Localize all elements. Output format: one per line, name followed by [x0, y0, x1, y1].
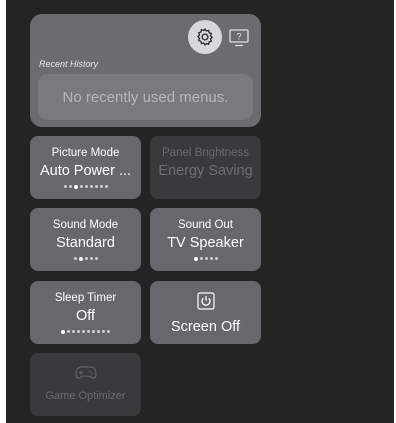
indicator-dot [204, 257, 208, 260]
panel-brightness-value: Energy Saving [158, 163, 253, 179]
indicator-dot [104, 185, 108, 188]
sleep-timer-indicator [61, 329, 110, 334]
power-icon [196, 292, 215, 310]
indicator-dot [63, 185, 67, 188]
indicator-dot-active [78, 256, 83, 261]
indicator-dot [94, 257, 98, 260]
screen-off-label: Screen Off [170, 319, 241, 335]
indicator-dot-active [61, 329, 65, 334]
gear-icon [195, 27, 215, 47]
indicator-dot [214, 257, 218, 260]
recent-history-panel: ? Recent History No recently used menus. [30, 14, 261, 127]
sound-mode-indicator [73, 256, 98, 261]
sound-out-value: TV Speaker [167, 235, 244, 251]
picture-mode-value: Auto Power ... [39, 163, 132, 179]
picture-mode-tile[interactable]: Picture Mode Auto Power ... [30, 136, 141, 199]
picture-mode-indicator [63, 184, 108, 189]
panel-brightness-title: Panel Brightness [162, 147, 249, 159]
indicator-dot [84, 257, 88, 260]
indicator-dot [102, 330, 105, 333]
indicator-dot [72, 330, 75, 333]
panel-brightness-tile: Panel Brightness Energy Saving [150, 136, 261, 199]
indicator-dot [73, 257, 77, 260]
help-tv-icon: ? [229, 29, 249, 47]
picture-mode-title: Picture Mode [51, 147, 120, 159]
indicator-dot [68, 185, 72, 188]
indicator-dot [82, 330, 85, 333]
game-optimizer-label: Game Optimizer [45, 390, 126, 402]
indicator-dot [77, 330, 80, 333]
svg-text:?: ? [236, 32, 241, 42]
sound-mode-tile[interactable]: Sound Mode Standard [30, 208, 141, 271]
gamepad-icon [74, 365, 97, 381]
sound-mode-value: Standard [56, 235, 115, 251]
help-button[interactable]: ? [227, 26, 251, 50]
indicator-dot [87, 330, 90, 333]
indicator-dot [99, 185, 103, 188]
sound-mode-title: Sound Mode [52, 219, 119, 231]
indicator-dot [199, 257, 203, 260]
recent-history-label: Recent History [39, 59, 99, 69]
indicator-dot [67, 330, 70, 333]
sleep-timer-value: Off [75, 308, 96, 324]
sound-out-indicator [193, 256, 218, 261]
sleep-timer-title: Sleep Timer [54, 292, 117, 304]
indicator-dot [94, 185, 98, 188]
indicator-dot [92, 330, 95, 333]
indicator-dot [89, 257, 93, 260]
indicator-dot [107, 330, 110, 333]
indicator-dot [84, 185, 88, 188]
screen-off-tile[interactable]: Screen Off [150, 281, 261, 344]
sound-out-tile[interactable]: Sound Out TV Speaker [150, 208, 261, 271]
recent-history-empty: No recently used menus. [38, 74, 253, 120]
sound-out-title: Sound Out [178, 219, 233, 231]
indicator-dot [79, 185, 83, 188]
indicator-dot-active [193, 256, 198, 261]
settings-button[interactable] [188, 20, 222, 54]
indicator-dot [89, 185, 93, 188]
indicator-dot [97, 330, 100, 333]
indicator-dot [209, 257, 213, 260]
sleep-timer-tile[interactable]: Sleep Timer Off [30, 281, 141, 344]
game-optimizer-tile: Game Optimizer [30, 353, 141, 416]
indicator-dot-active [73, 184, 78, 189]
